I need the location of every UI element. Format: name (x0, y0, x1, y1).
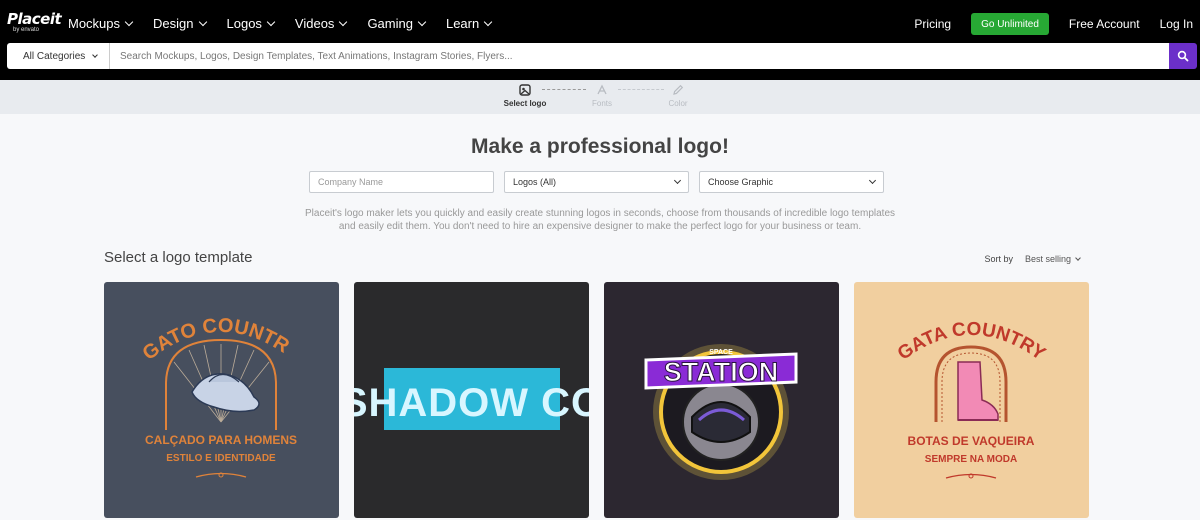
account-nav: Pricing Go Unlimited Free Account Log In (914, 13, 1193, 35)
step-label: Select logo (503, 99, 547, 108)
section-title: Select a logo template (104, 249, 253, 266)
nav-label: Mockups (68, 16, 121, 31)
placeit-logo[interactable]: Placeit by envato (7, 10, 62, 34)
step-select-logo[interactable]: Select logo (495, 83, 555, 108)
search-icon (1177, 50, 1189, 62)
login-link[interactable]: Log In (1160, 17, 1193, 31)
main-nav: Mockups Design Logos Videos Gaming Learn (68, 16, 493, 31)
search-input[interactable] (110, 43, 1169, 69)
chevron-down-icon (339, 17, 348, 27)
card-line2: ESTILO E IDENTIDADE (166, 453, 276, 464)
nav-logos[interactable]: Logos (226, 16, 276, 31)
gato-country-logo: GATO COUNTRY CALÇADO PARA HOMENS ESTILO … (104, 282, 297, 478)
wizard-steps: Select logo Fonts Color (0, 80, 1200, 114)
category-select[interactable]: All Categories (7, 43, 110, 69)
page-title: Make a professional logo! (471, 135, 729, 158)
search-button[interactable] (1169, 43, 1197, 69)
sort-control: Sort by Best selling (984, 254, 1081, 264)
nav-label: Learn (445, 16, 480, 31)
logo-template-card[interactable]: GATO COUNTRY CALÇADO PARA HOMENS ESTILO … (104, 282, 339, 518)
chevron-down-icon (92, 51, 98, 58)
graphic-select-value: Choose Graphic (708, 177, 774, 187)
chevron-down-icon (868, 176, 877, 185)
search-bar: All Categories (7, 43, 1197, 69)
nav-label: Videos (294, 16, 335, 31)
logo-template-card[interactable]: GATA COUNTRY BOTAS DE VAQUEIRA SEMPRE NA… (854, 282, 1089, 518)
free-account-link[interactable]: Free Account (1069, 17, 1140, 31)
card-line1: CALÇADO PARA HOMENS (145, 433, 297, 447)
sort-select[interactable]: Best selling (1024, 254, 1081, 264)
company-name-field[interactable] (309, 171, 494, 193)
card-title: SHADOW CO (354, 381, 589, 425)
card-title: STATION (664, 357, 779, 387)
step-fonts[interactable]: Fonts (572, 83, 632, 108)
chevron-down-icon (673, 176, 682, 185)
space-station-logo: SPACE STATION (644, 344, 798, 480)
chevron-down-icon (124, 17, 134, 27)
logos-select[interactable]: Logos (All) (504, 171, 689, 193)
logo-template-card[interactable]: SPACE STATION (604, 282, 839, 518)
card-small-text: SPACE (709, 349, 733, 356)
nav-label: Design (153, 16, 194, 31)
category-value: All Categories (23, 50, 86, 62)
chevron-down-icon (483, 17, 493, 27)
card-line2: SEMPRE NA MODA (925, 454, 1017, 465)
chevron-down-icon (1075, 254, 1081, 261)
sort-label: Sort by (984, 254, 1013, 264)
shadow-co-logo: SHADOW CO (354, 368, 589, 430)
company-name-input[interactable] (318, 177, 485, 187)
select-logo-icon (519, 84, 531, 96)
step-color[interactable]: Color (648, 83, 708, 108)
logos-select-value: Logos (All) (513, 177, 557, 187)
chevron-down-icon (417, 17, 427, 27)
nav-gaming[interactable]: Gaming (367, 16, 427, 31)
graphic-select[interactable]: Choose Graphic (699, 171, 884, 193)
logo-template-card[interactable]: SHADOW CO (354, 282, 589, 518)
pencil-icon (673, 84, 684, 95)
nav-label: Logos (226, 16, 262, 31)
chevron-down-icon (266, 17, 276, 27)
card-title: GATA COUNTRY (894, 319, 1049, 365)
intro-description: Placeit's logo maker lets you quickly an… (304, 208, 895, 232)
step-label: Fonts (591, 99, 612, 108)
sort-value: Best selling (1024, 254, 1071, 264)
go-unlimited-button[interactable]: Go Unlimited (971, 13, 1049, 35)
gata-country-logo: GATA COUNTRY BOTAS DE VAQUEIRA SEMPRE NA… (894, 319, 1049, 479)
nav-design[interactable]: Design (153, 16, 207, 31)
step-label: Color (668, 99, 688, 108)
top-navbar: Placeit by envato Mockups Design Logos V… (0, 0, 1200, 80)
nav-mockups[interactable]: Mockups (68, 16, 134, 31)
pricing-link[interactable]: Pricing (914, 17, 951, 31)
fonts-icon (597, 84, 607, 95)
chevron-down-icon (198, 17, 207, 27)
nav-label: Gaming (367, 16, 413, 31)
nav-learn[interactable]: Learn (445, 16, 493, 31)
card-line1: BOTAS DE VAQUEIRA (908, 434, 1035, 448)
brand-name: Placeit (7, 10, 62, 28)
nav-videos[interactable]: Videos (294, 16, 348, 31)
